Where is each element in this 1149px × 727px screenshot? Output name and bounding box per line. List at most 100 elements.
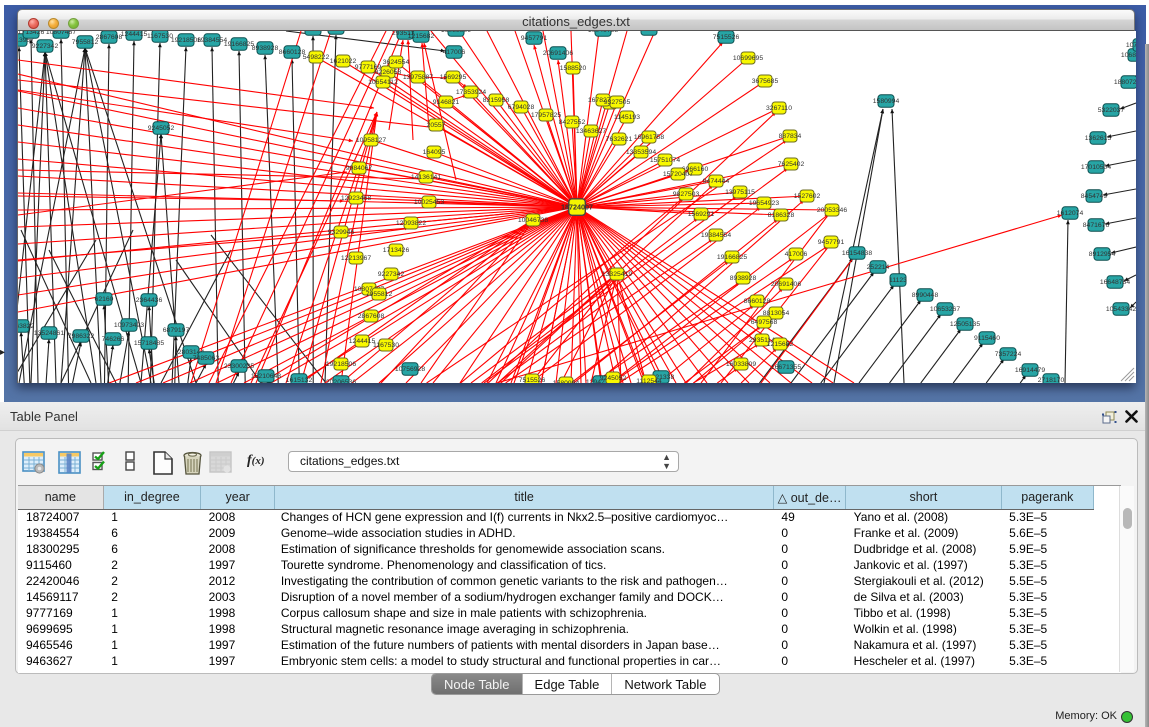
svg-text:9245052: 9245052 — [600, 375, 627, 382]
svg-text:23300235: 23300235 — [224, 363, 254, 370]
svg-text:8660128: 8660128 — [279, 49, 306, 56]
svg-text:9084067: 9084067 — [346, 165, 373, 172]
svg-text:1527602: 1527602 — [794, 193, 821, 200]
svg-text:1215682: 1215682 — [408, 33, 435, 40]
svg-text:7485063: 7485063 — [193, 355, 220, 362]
svg-text:13975115: 13975115 — [725, 189, 755, 196]
svg-text:14136141: 14136141 — [411, 174, 441, 181]
svg-text:8215958: 8215958 — [483, 97, 510, 104]
svg-text:13353594: 13353594 — [626, 149, 656, 156]
svg-text:10756928: 10756928 — [395, 366, 425, 373]
svg-text:9329946: 9329946 — [328, 229, 355, 236]
svg-text:8471676: 8471676 — [1083, 222, 1110, 229]
svg-text:887834: 887834 — [779, 133, 802, 140]
svg-text:2867608: 2867608 — [96, 34, 123, 41]
svg-text:8938928: 8938928 — [730, 275, 757, 282]
svg-text:10046738: 10046738 — [518, 217, 548, 224]
svg-text:20557: 20557 — [427, 122, 446, 129]
svg-text:9474444: 9474444 — [703, 178, 730, 185]
svg-text:18724007: 18724007 — [561, 203, 593, 212]
svg-text:9227342: 9227342 — [32, 43, 59, 50]
svg-text:1588520: 1588520 — [560, 65, 587, 72]
svg-text:9245052: 9245052 — [148, 125, 175, 132]
svg-text:1244415: 1244415 — [121, 31, 148, 38]
svg-text:19654923: 19654923 — [749, 200, 779, 207]
svg-text:3267110: 3267110 — [766, 105, 792, 112]
svg-text:5322037: 5322037 — [1098, 107, 1125, 114]
svg-text:9115460: 9115460 — [974, 335, 1000, 342]
svg-text:16033809: 16033809 — [441, 31, 471, 34]
svg-text:19384554: 19384554 — [701, 232, 731, 239]
svg-text:17010504: 17010504 — [1081, 164, 1111, 171]
svg-text:10654112: 10654112 — [368, 79, 398, 86]
svg-text:746266: 746266 — [102, 336, 125, 343]
svg-text:12505135: 12505135 — [950, 321, 980, 328]
svg-text:10688609: 10688609 — [1121, 52, 1136, 59]
svg-text:62160: 62160 — [95, 296, 114, 303]
svg-text:8938928: 8938928 — [252, 45, 279, 52]
svg-text:13463627: 13463627 — [576, 128, 606, 135]
svg-text:1612074: 1612074 — [1057, 210, 1084, 217]
svg-text:15751074: 15751074 — [650, 157, 680, 164]
svg-text:8427552: 8427552 — [559, 119, 586, 126]
svg-text:16914479: 16914479 — [1015, 367, 1045, 374]
svg-text:20206536: 20206536 — [326, 379, 356, 383]
svg-text:6497568: 6497568 — [323, 31, 350, 32]
svg-text:19166825: 19166825 — [224, 41, 254, 48]
svg-text:13325419: 13325419 — [602, 271, 632, 278]
svg-text:18807249: 18807249 — [1114, 79, 1136, 86]
svg-text:1145193: 1145193 — [614, 114, 640, 121]
svg-text:1580994: 1580994 — [553, 380, 580, 383]
svg-text:9827503: 9827503 — [673, 191, 700, 198]
svg-text:10973493: 10973493 — [114, 322, 144, 329]
svg-text:8226058: 8226058 — [375, 69, 402, 76]
svg-text:1615132: 1615132 — [286, 377, 313, 383]
svg-text:16961758: 16961758 — [634, 134, 664, 141]
svg-text:6794028: 6794028 — [508, 104, 535, 111]
svg-text:20691406: 20691406 — [543, 50, 573, 57]
svg-text:12923468: 12923468 — [341, 195, 371, 202]
svg-text:20691406: 20691406 — [771, 281, 801, 288]
svg-text:10719155: 10719155 — [1126, 42, 1136, 49]
svg-text:417006: 417006 — [443, 49, 466, 56]
svg-text:11123: 11123 — [889, 277, 907, 284]
svg-text:1244415: 1244415 — [349, 338, 376, 345]
svg-text:10699695: 10699695 — [733, 55, 763, 62]
svg-text:1112544: 1112544 — [636, 378, 662, 383]
svg-text:17957825: 17957825 — [531, 112, 561, 119]
svg-text:9227342: 9227342 — [378, 271, 405, 278]
svg-text:7515526: 7515526 — [713, 34, 740, 41]
svg-text:19384554: 19384554 — [197, 37, 227, 44]
svg-text:1621022: 1621022 — [330, 58, 357, 65]
svg-text:7986322: 7986322 — [68, 333, 95, 340]
svg-text:1580994: 1580994 — [873, 98, 900, 105]
svg-text:16154838: 16154838 — [842, 250, 872, 257]
svg-text:8912954: 8912954 — [1089, 251, 1116, 258]
svg-text:2364436: 2364436 — [136, 297, 163, 304]
svg-text:1167530: 1167530 — [373, 342, 399, 349]
svg-text:3624554: 3624554 — [383, 59, 410, 66]
svg-text:13325419: 13325419 — [634, 31, 664, 33]
svg-text:8660128: 8660128 — [744, 298, 771, 305]
svg-text:7357224: 7357224 — [995, 351, 1022, 358]
svg-text:16210643: 16210643 — [251, 373, 281, 380]
svg-text:3675685: 3675685 — [752, 78, 779, 85]
svg-text:417006: 417006 — [785, 251, 808, 258]
svg-text:7625402: 7625402 — [778, 161, 805, 168]
svg-text:8186328: 8186328 — [768, 212, 795, 219]
svg-text:15718485: 15718485 — [134, 340, 164, 347]
svg-text:164095: 164095 — [423, 149, 446, 156]
svg-text:9457791: 9457791 — [521, 35, 548, 42]
svg-text:7955812: 7955812 — [366, 291, 393, 298]
svg-text:1569291: 1569291 — [688, 211, 715, 218]
svg-text:8454749: 8454749 — [1081, 193, 1108, 200]
svg-text:16033809: 16033809 — [726, 361, 756, 368]
svg-text:10025453: 10025453 — [414, 199, 444, 206]
svg-text:252214: 252214 — [867, 264, 890, 271]
svg-text:9457791: 9457791 — [818, 239, 845, 246]
svg-text:1713426: 1713426 — [383, 247, 410, 254]
svg-text:6497568: 6497568 — [751, 319, 778, 326]
svg-text:16648784: 16648784 — [1100, 279, 1130, 286]
svg-text:7515526: 7515526 — [519, 377, 546, 383]
svg-text:10543342: 10543342 — [1106, 306, 1136, 313]
